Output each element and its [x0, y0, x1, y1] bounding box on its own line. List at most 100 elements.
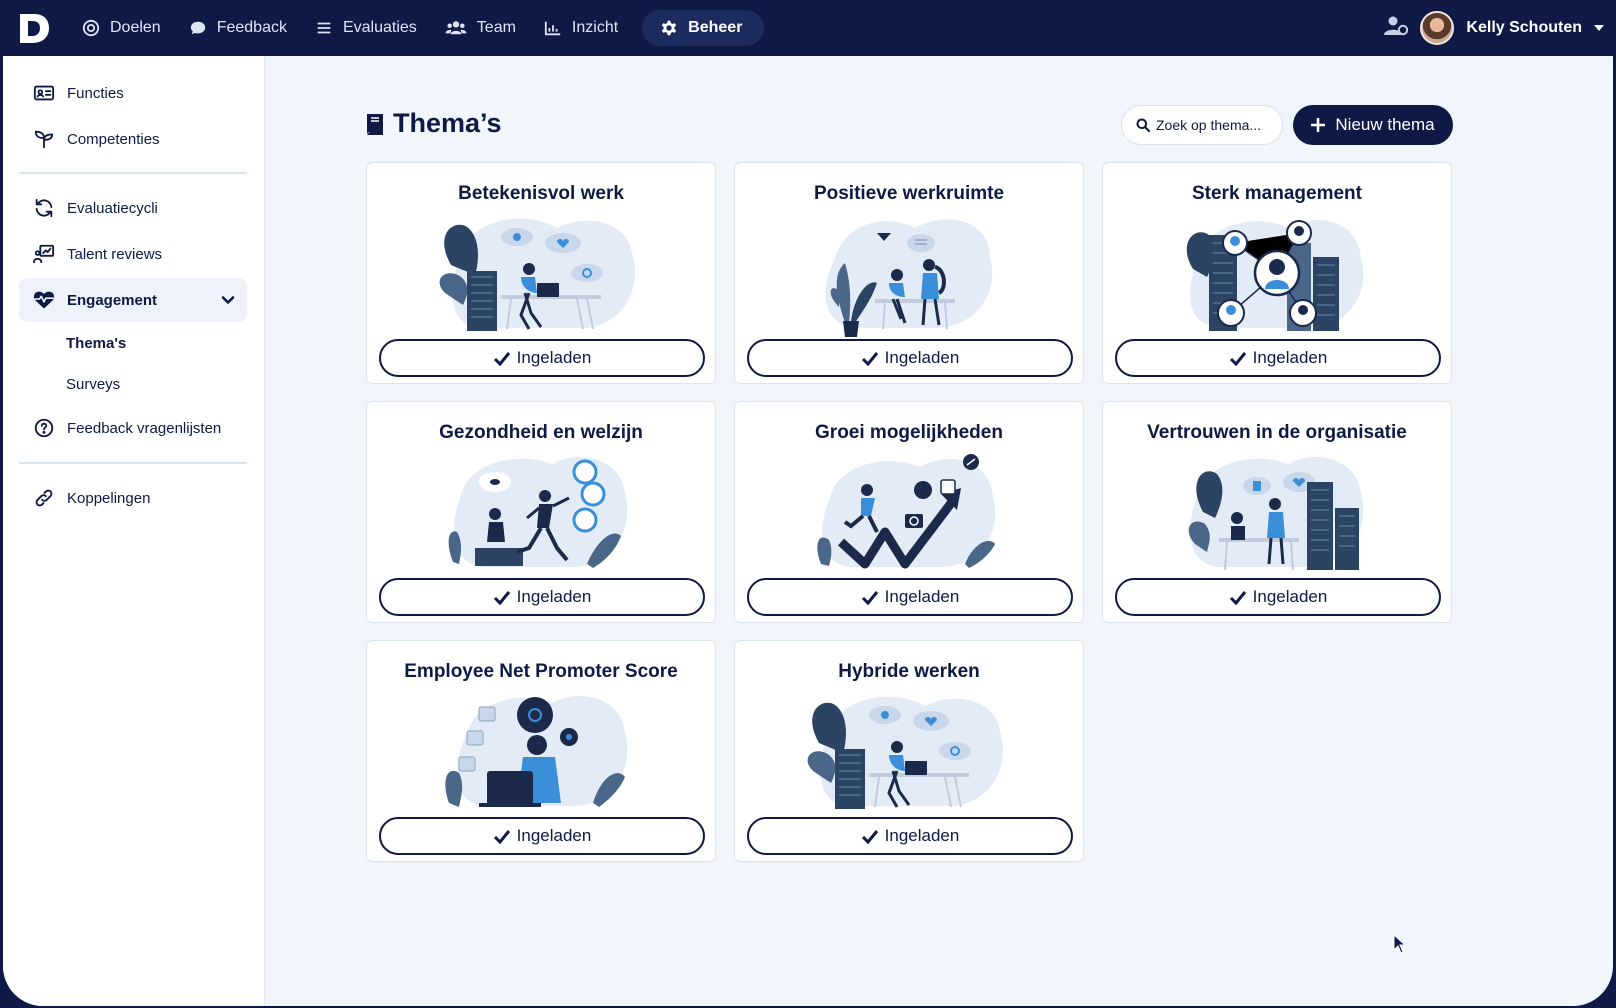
sidebar-item-feedback-vragenlijsten[interactable]: Feedback vragenlijsten	[19, 406, 247, 450]
user-settings-icon[interactable]	[1384, 15, 1409, 42]
sidebar-item-label: Talent reviews	[67, 245, 163, 263]
sidebar-item-label: Competenties	[67, 130, 160, 148]
enps-illustration	[445, 695, 628, 807]
logo-icon[interactable]	[16, 10, 52, 46]
theme-card[interactable]: Sterk management Ingeladen	[1102, 162, 1452, 384]
nav-team[interactable]: Team	[433, 10, 528, 46]
check-icon	[861, 829, 878, 844]
list-icon	[317, 22, 331, 34]
theme-card-title: Positieve werkruimte	[813, 183, 1005, 204]
theme-status-button[interactable]: Ingeladen	[1115, 578, 1441, 616]
growth-arrow-illustration	[817, 454, 996, 569]
theme-card[interactable]: Hybride werken Ingeladen	[734, 640, 1084, 862]
nav-label: Feedback	[216, 19, 287, 36]
theme-status-button[interactable]: Ingeladen	[747, 578, 1073, 616]
theme-status-button[interactable]: Ingeladen	[747, 817, 1073, 855]
sidebar-item-engagement[interactable]: Engagement	[19, 278, 247, 322]
theme-card[interactable]: Groei mogelijkheden Ingeladen	[734, 401, 1084, 623]
gear-icon	[662, 20, 677, 36]
theme-card-title: Betekenisvol werk	[458, 183, 624, 204]
sidebar-item-evaluatiecycli[interactable]: Evaluatiecycli	[19, 186, 247, 230]
search-icon	[1136, 118, 1150, 132]
sprout-icon	[34, 130, 54, 149]
nav-feedback[interactable]: Feedback	[177, 10, 299, 46]
theme-status-label: Ingeladen	[884, 826, 960, 845]
search-input[interactable]	[1156, 117, 1276, 133]
theme-card[interactable]: Positieve werkruimte Ingeladen	[734, 162, 1084, 384]
chevron-down-icon[interactable]	[1594, 25, 1604, 31]
sidebar-item-label: Koppelingen	[67, 489, 151, 507]
sidebar-item-competenties[interactable]: Competenties	[19, 117, 247, 161]
theme-status-button[interactable]: Ingeladen	[1115, 339, 1441, 377]
page-title-text: Thema’s	[393, 108, 502, 138]
theme-status-button[interactable]: Ingeladen	[379, 817, 705, 855]
theme-status-label: Ingeladen	[1252, 587, 1328, 606]
id-card-icon	[33, 85, 55, 101]
theme-status-button[interactable]: Ingeladen	[379, 339, 705, 377]
nav-label: Doelen	[110, 19, 161, 36]
search-field[interactable]	[1121, 105, 1283, 145]
sidebar-divider	[19, 172, 247, 174]
app-frame: Functies Competenties Evaluatiecycli Tal…	[3, 56, 1613, 1006]
office-conversation-illustration	[825, 219, 993, 337]
question-circle-icon	[34, 418, 54, 438]
nav-inzicht[interactable]: Inzicht	[532, 10, 630, 46]
health-wellbeing-illustration	[448, 456, 628, 568]
check-icon	[493, 590, 510, 605]
theme-status-button[interactable]: Ingeladen	[747, 339, 1073, 377]
chevron-down-icon[interactable]	[221, 293, 235, 307]
users-icon	[445, 21, 467, 35]
check-icon	[861, 351, 878, 366]
check-icon	[1229, 351, 1246, 366]
chart-icon	[544, 21, 561, 36]
user-name[interactable]: Kelly Schouten	[1466, 19, 1582, 37]
theme-card[interactable]: Employee Net Promoter Score Ingeladen	[366, 640, 716, 862]
theme-card[interactable]: Vertrouwen in de organisatie Ingeladen	[1102, 401, 1452, 623]
nav-label: Inzicht	[571, 19, 619, 36]
check-icon	[493, 829, 510, 844]
theme-card[interactable]: Gezondheid en welzijn Ingeladen	[366, 401, 716, 623]
sidebar-item-label: Functies	[67, 84, 124, 102]
sidebar-item-talent-reviews[interactable]: Talent reviews	[19, 232, 247, 276]
target-icon	[82, 19, 100, 37]
sidebar-divider	[19, 462, 247, 464]
theme-status-label: Ingeladen	[1252, 348, 1328, 367]
page-title: Thema’s	[365, 108, 502, 139]
sidebar: Functies Competenties Evaluatiecycli Tal…	[3, 56, 265, 1006]
heart-pulse-icon	[33, 291, 55, 309]
new-theme-label: Nieuw thema	[1335, 115, 1435, 134]
hybrid-work-illustration	[807, 696, 1003, 809]
new-theme-button[interactable]: Nieuw thema	[1293, 105, 1453, 145]
nav-evaluaties[interactable]: Evaluaties	[303, 10, 429, 46]
theme-status-label: Ingeladen	[884, 587, 960, 606]
sidebar-subitem-surveys[interactable]: Surveys	[66, 376, 120, 393]
check-icon	[493, 351, 510, 366]
theme-status-button[interactable]: Ingeladen	[379, 578, 705, 616]
nav-label: Team	[476, 19, 516, 36]
theme-status-label: Ingeladen	[884, 348, 960, 367]
mouse-cursor-icon	[1393, 934, 1407, 954]
sidebar-item-koppelingen[interactable]: Koppelingen	[19, 476, 247, 520]
book-icon	[367, 113, 383, 135]
chat-icon	[190, 21, 205, 35]
avatar[interactable]	[1420, 11, 1455, 45]
check-icon	[1229, 590, 1246, 605]
user-menu[interactable]: Kelly Schouten	[1384, 0, 1604, 56]
sidebar-item-functies[interactable]: Functies	[19, 71, 247, 115]
sidebar-item-label: Engagement	[67, 291, 158, 309]
plus-icon	[1311, 118, 1326, 132]
nav-doelen[interactable]: Doelen	[70, 10, 173, 46]
sidebar-subitem-themas[interactable]: Thema's	[66, 335, 126, 352]
nav-label: Evaluaties	[342, 19, 417, 36]
refresh-icon	[35, 198, 53, 218]
theme-card-title: Sterk management	[1191, 183, 1362, 204]
nav-beheer[interactable]: Beheer	[642, 10, 765, 46]
person-laptop-illustration	[439, 218, 635, 331]
theme-card-title: Groei mogelijkheden	[815, 422, 1003, 443]
theme-card-title: Vertrouwen in de organisatie	[1147, 422, 1407, 443]
nav-label: Beheer	[688, 19, 743, 36]
top-navbar: Doelen Feedback Evaluaties Team Inzicht …	[0, 0, 1616, 56]
theme-status-label: Ingeladen	[516, 348, 592, 367]
management-network-illustration	[1186, 219, 1364, 331]
theme-card[interactable]: Betekenisvol werk Ingeladen	[366, 162, 716, 384]
